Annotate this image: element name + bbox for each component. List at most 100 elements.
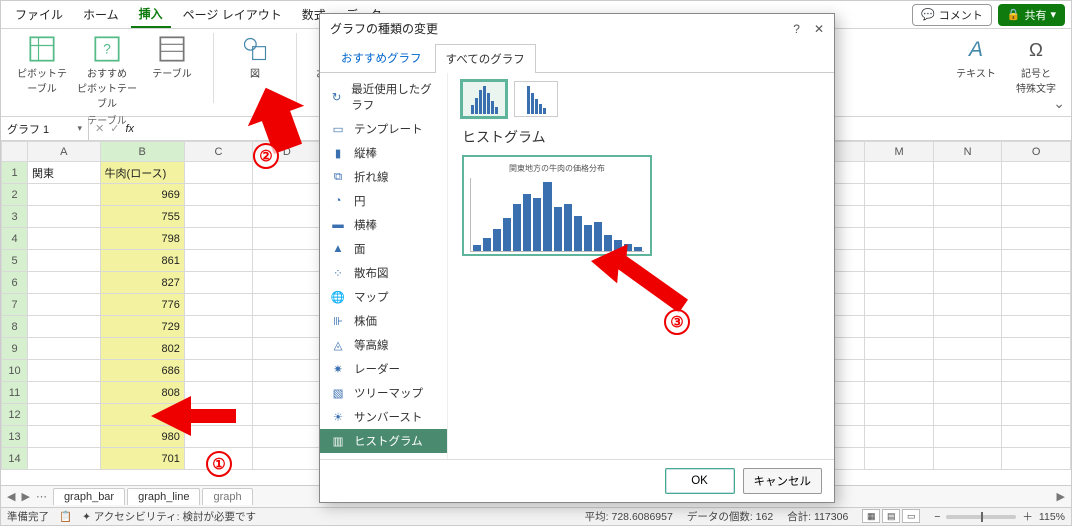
row-header[interactable]: 1 (2, 162, 28, 184)
cell[interactable]: 802 (100, 338, 184, 360)
cell[interactable] (1002, 360, 1071, 382)
row-header[interactable]: 13 (2, 426, 28, 448)
cell[interactable] (253, 382, 321, 404)
cell[interactable] (253, 294, 321, 316)
cell[interactable] (184, 426, 252, 448)
cell[interactable] (28, 448, 101, 470)
chart-category-item[interactable]: ⊪株価 (320, 309, 447, 333)
ribbon-text[interactable]: A テキスト (949, 33, 1003, 95)
cell[interactable] (865, 382, 934, 404)
chart-category-item[interactable]: ▥ヒストグラム (320, 429, 447, 453)
cell[interactable] (933, 184, 1001, 206)
cell[interactable] (865, 184, 934, 206)
cell[interactable] (253, 404, 321, 426)
ribbon-symbol[interactable]: Ω 記号と 特殊文字 (1009, 33, 1063, 95)
share-button[interactable]: 🔒 共有 ▾ (998, 4, 1065, 26)
cell[interactable] (28, 294, 101, 316)
cell[interactable] (184, 382, 252, 404)
cell[interactable] (933, 382, 1001, 404)
cell[interactable] (253, 360, 321, 382)
select-all-corner[interactable] (2, 142, 28, 162)
sheet-nav-prev[interactable]: ◀ (7, 490, 15, 503)
cell[interactable] (933, 338, 1001, 360)
cell[interactable] (28, 228, 101, 250)
cell[interactable] (184, 250, 252, 272)
cell[interactable] (28, 404, 101, 426)
col-header[interactable]: B (100, 142, 184, 162)
cell[interactable] (1002, 206, 1071, 228)
status-survey-icon[interactable]: 📋 (59, 510, 72, 523)
row-header[interactable]: 5 (2, 250, 28, 272)
cell[interactable] (1002, 250, 1071, 272)
cell[interactable] (253, 448, 321, 470)
cell[interactable] (28, 426, 101, 448)
row-header[interactable]: 9 (2, 338, 28, 360)
chart-category-item[interactable]: ▭テンプレート (320, 117, 447, 141)
cell[interactable] (184, 228, 252, 250)
row-header[interactable]: 6 (2, 272, 28, 294)
cell[interactable] (28, 184, 101, 206)
cell[interactable] (865, 250, 934, 272)
cell[interactable] (184, 360, 252, 382)
chart-category-item[interactable]: ⁘散布図 (320, 261, 447, 285)
chart-category-item[interactable]: ⧉折れ線 (320, 165, 447, 189)
status-accessibility[interactable]: ✦ アクセシビリティ: 検討が必要です (82, 509, 256, 524)
cell[interactable] (253, 206, 321, 228)
chart-category-item[interactable]: ✷レーダー (320, 357, 447, 381)
hscroll-right[interactable]: ▶ (1051, 490, 1071, 503)
chart-subtype-pareto[interactable] (514, 81, 558, 117)
cell[interactable] (933, 316, 1001, 338)
cell[interactable] (1002, 294, 1071, 316)
row-header[interactable]: 10 (2, 360, 28, 382)
cell[interactable] (184, 404, 252, 426)
cell[interactable] (933, 448, 1001, 470)
ribbon-table[interactable]: テーブル (145, 33, 199, 80)
cell[interactable] (184, 294, 252, 316)
chart-subtype-histogram[interactable] (462, 81, 506, 117)
cell[interactable] (28, 360, 101, 382)
chart-preview[interactable]: 関東地方の牛肉の価格分布 (462, 155, 652, 256)
row-header[interactable]: 4 (2, 228, 28, 250)
row-header[interactable]: 7 (2, 294, 28, 316)
chart-category-item[interactable]: ◬等高線 (320, 333, 447, 357)
cell[interactable] (28, 382, 101, 404)
zoom-out[interactable]: − (934, 511, 940, 523)
cell[interactable] (253, 184, 321, 206)
cell[interactable] (865, 316, 934, 338)
col-header[interactable]: O (1002, 142, 1071, 162)
cell[interactable]: 755 (100, 206, 184, 228)
cell[interactable] (28, 250, 101, 272)
cell[interactable] (865, 338, 934, 360)
cell[interactable] (253, 272, 321, 294)
cell[interactable] (933, 206, 1001, 228)
cell[interactable] (253, 426, 321, 448)
cell[interactable]: 980 (100, 426, 184, 448)
cell[interactable]: 776 (100, 294, 184, 316)
chart-category-item[interactable]: ↻最近使用したグラフ (320, 77, 447, 117)
cell[interactable] (865, 404, 934, 426)
chart-category-item[interactable]: ▧ツリーマップ (320, 381, 447, 405)
chart-category-item[interactable]: ▬横棒 (320, 213, 447, 237)
dialog-ok-button[interactable]: OK (665, 468, 735, 494)
cell[interactable] (933, 294, 1001, 316)
cell[interactable] (1002, 228, 1071, 250)
col-header[interactable]: C (184, 142, 252, 162)
cell[interactable] (184, 184, 252, 206)
cell[interactable] (1002, 448, 1071, 470)
cell[interactable] (28, 316, 101, 338)
chart-category-item[interactable]: ▮縦棒 (320, 141, 447, 165)
cell[interactable] (933, 162, 1001, 184)
cell[interactable] (1002, 382, 1071, 404)
view-normal[interactable]: ▦ (862, 509, 880, 523)
cell[interactable] (865, 360, 934, 382)
ribbon-pivottable[interactable]: ピボットテーブル (15, 33, 69, 95)
sheet-nav-next[interactable]: ▶ (21, 490, 29, 503)
chart-category-item[interactable]: ▲面 (320, 237, 447, 261)
comments-button[interactable]: 💬 コメント (912, 4, 992, 26)
cell[interactable] (253, 316, 321, 338)
row-header[interactable]: 14 (2, 448, 28, 470)
cell[interactable] (28, 272, 101, 294)
cell[interactable]: 808 (100, 382, 184, 404)
ribbon-collapse[interactable]: ⌄ (1053, 95, 1065, 112)
view-break[interactable]: ▭ (902, 509, 920, 523)
